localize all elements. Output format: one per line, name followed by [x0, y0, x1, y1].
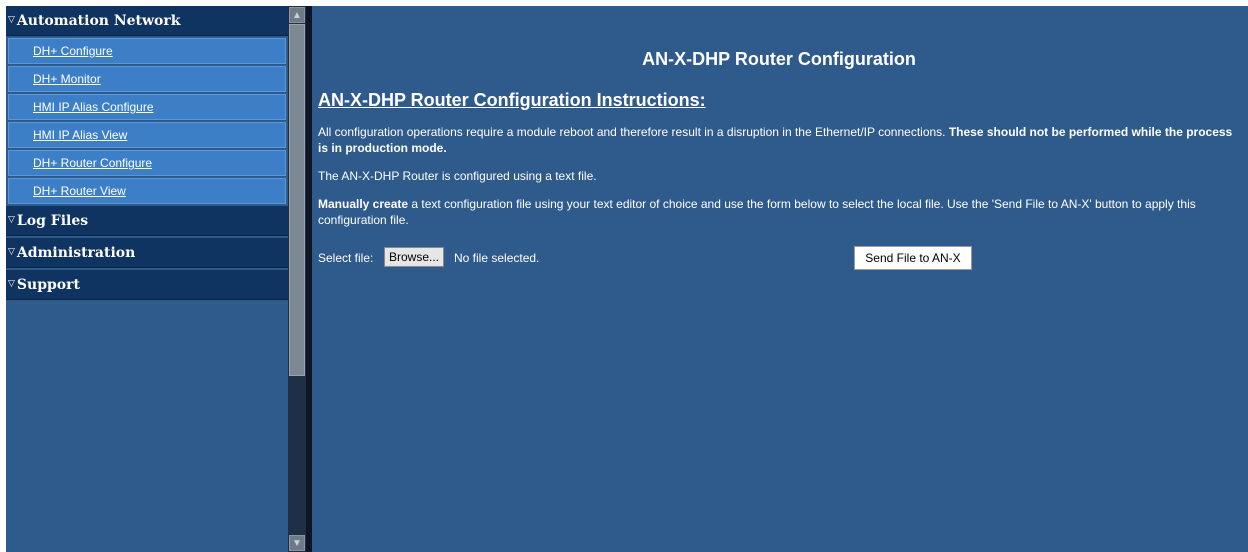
sidebar-item-hmi-ip-alias-view[interactable]: HMI IP Alias View [8, 122, 286, 148]
sidebar-scrollbar[interactable]: ▲ ▼ [288, 6, 306, 552]
browse-button[interactable]: Browse... [384, 247, 445, 267]
send-file-button[interactable]: Send File to AN-X [854, 246, 972, 270]
section-support[interactable]: ▽ Support [6, 270, 288, 300]
sidebar-item-dh-router-view[interactable]: DH+ Router View [8, 178, 286, 204]
scroll-up-icon[interactable]: ▲ [289, 7, 305, 23]
sidebar-item-label[interactable]: DH+ Configure [33, 44, 113, 58]
instructions-heading: AN-X-DHP Router Configuration Instructio… [318, 90, 706, 110]
reboot-warning-text: All configuration operations require a m… [318, 125, 949, 139]
section-label: Log Files [16, 213, 89, 229]
main-content: AN-X-DHP Router Configuration AN-X-DHP R… [312, 6, 1248, 552]
section-automation-network[interactable]: ▽ Automation Network [6, 6, 288, 36]
triangle-down-icon: ▽ [8, 15, 15, 25]
scroll-down-icon[interactable]: ▼ [289, 535, 305, 551]
scrollbar-thumb[interactable] [289, 24, 305, 376]
select-file-label: Select file: [318, 251, 374, 265]
page-title: AN-X-DHP Router Configuration [642, 49, 916, 69]
sidebar-item-label[interactable]: DH+ Monitor [33, 72, 101, 86]
sidebar-item-dh-configure[interactable]: DH+ Configure [8, 38, 286, 64]
section-label: Administration [16, 245, 136, 261]
triangle-down-icon: ▽ [8, 247, 15, 257]
sidebar-item-hmi-ip-alias-configure[interactable]: HMI IP Alias Configure [8, 94, 286, 120]
manual-create-paragraph: Manually create a text configuration fil… [318, 196, 1240, 228]
sidebar-item-label[interactable]: DH+ Router Configure [33, 156, 152, 170]
sidebar-item-dh-router-configure[interactable]: DH+ Router Configure [8, 150, 286, 176]
sidebar-item-label[interactable]: HMI IP Alias Configure [33, 100, 154, 114]
manual-create-label: Manually create [318, 197, 409, 211]
section-label: Support [16, 277, 80, 293]
sidebar-item-label[interactable]: DH+ Router View [33, 184, 126, 198]
file-upload-row: Select file: Browse... No file selected.… [318, 246, 1240, 270]
file-status-text: No file selected. [454, 251, 540, 265]
manual-create-text: a text configuration file using your tex… [318, 197, 1196, 227]
section-log-files[interactable]: ▽ Log Files [6, 206, 288, 236]
sidebar-nav: ▽ Automation Network DH+ Configure DH+ Mo… [6, 6, 288, 552]
sidebar-item-dh-monitor[interactable]: DH+ Monitor [8, 66, 286, 92]
reboot-warning-paragraph: All configuration operations require a m… [318, 124, 1240, 156]
triangle-down-icon: ▽ [8, 215, 15, 225]
config-method-paragraph: The AN-X-DHP Router is configured using … [318, 169, 597, 183]
section-administration[interactable]: ▽ Administration [6, 238, 288, 268]
sidebar-item-label[interactable]: HMI IP Alias View [33, 128, 127, 142]
triangle-down-icon: ▽ [8, 279, 15, 289]
section-label: Automation Network [16, 13, 181, 29]
